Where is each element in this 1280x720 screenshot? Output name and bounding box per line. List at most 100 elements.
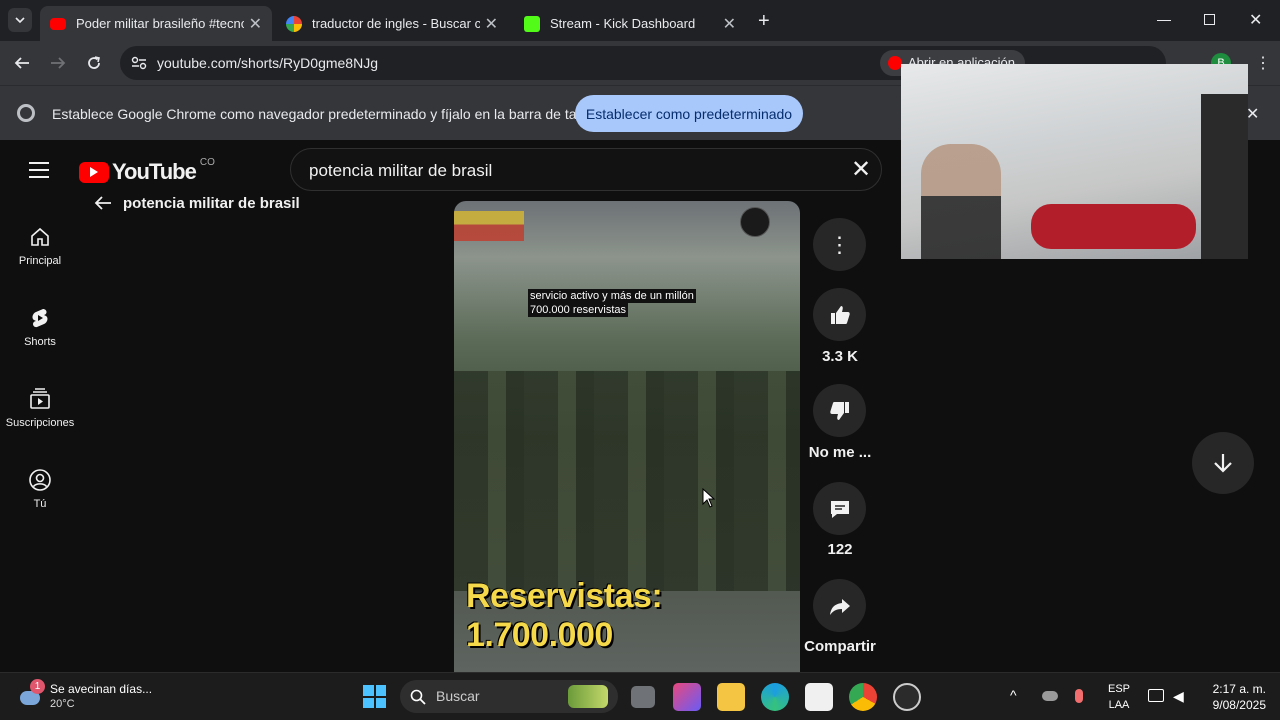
- weather-title: Se avecinan días...: [50, 682, 153, 696]
- mouse-cursor-icon: [702, 488, 716, 508]
- comments-button[interactable]: [813, 482, 866, 535]
- tab-youtube[interactable]: Poder militar brasileño #tecnolo ✕: [40, 6, 272, 41]
- microphone-icon[interactable]: [1075, 689, 1083, 703]
- video-overlay-text: Reservistas: 1.700.000: [466, 577, 663, 654]
- chrome-icon: [17, 104, 35, 122]
- tab-title: traductor de ingles - Buscar con: [312, 16, 480, 31]
- tab-title: Poder militar brasileño #tecnolo: [76, 16, 244, 31]
- back-arrow-icon[interactable]: [14, 55, 30, 71]
- google-favicon: [286, 15, 302, 32]
- tab-kick[interactable]: Stream - Kick Dashboard ✕: [514, 6, 746, 41]
- taskbar-search[interactable]: Buscar: [400, 680, 618, 713]
- edge-icon[interactable]: [761, 683, 789, 711]
- file-explorer-icon[interactable]: [717, 683, 745, 711]
- shorts-icon: [32, 309, 48, 328]
- window-close-button[interactable]: ✕: [1249, 10, 1262, 30]
- lang-bottom: LAA: [1108, 699, 1130, 711]
- search-input[interactable]: potencia militar de brasil: [309, 161, 492, 181]
- network-icon[interactable]: [1148, 689, 1164, 702]
- share-icon: [829, 598, 850, 615]
- start-button[interactable]: [363, 685, 386, 708]
- share-button[interactable]: [813, 579, 866, 632]
- weather-widget[interactable]: 1 Se avecinan días... 20°C: [14, 679, 184, 715]
- close-icon[interactable]: ✕: [723, 14, 736, 34]
- channel-watermark: [740, 207, 770, 237]
- sidebar-item-subscriptions[interactable]: Suscripciones: [0, 387, 80, 429]
- search-icon: [410, 689, 426, 705]
- store-icon[interactable]: [805, 683, 833, 711]
- chrome-menu-icon[interactable]: ⋮: [1255, 53, 1271, 73]
- sidebar-item-label: Tú: [33, 498, 47, 510]
- chevron-down-icon: [15, 17, 25, 24]
- more-options-button[interactable]: ⋮: [813, 218, 866, 271]
- set-default-button[interactable]: Establecer como predeterminado: [575, 95, 803, 132]
- next-video-button[interactable]: [1192, 432, 1254, 494]
- windows-taskbar: 1 Se avecinan días... 20°C Buscar ^ ESP …: [0, 672, 1280, 720]
- onedrive-icon[interactable]: [1042, 691, 1058, 701]
- new-tab-button[interactable]: +: [758, 10, 770, 33]
- clock[interactable]: 2:17 a. m. 9/08/2025: [1196, 681, 1266, 713]
- forward-arrow-icon[interactable]: [50, 55, 66, 71]
- close-icon[interactable]: ✕: [249, 14, 262, 34]
- comment-icon: [830, 500, 849, 518]
- clear-search-icon[interactable]: ✕: [851, 155, 871, 184]
- results-title: potencia militar de brasil: [123, 195, 300, 212]
- subscriptions-icon: [30, 388, 50, 409]
- webcam-doorway: [1201, 94, 1248, 259]
- share-label: Compartir: [804, 638, 876, 655]
- task-view-icon[interactable]: [631, 686, 655, 708]
- clock-time: 2:17 a. m.: [1212, 682, 1266, 696]
- obs-icon[interactable]: [893, 683, 921, 711]
- webcam-overlay: [901, 64, 1248, 259]
- infobar-message: Establece Google Chrome como navegador p…: [52, 106, 604, 122]
- sidebar-item-principal[interactable]: Principal: [0, 225, 80, 267]
- back-arrow-icon[interactable]: [94, 195, 112, 211]
- dislike-button[interactable]: [813, 384, 866, 437]
- webcam-motorcycle: [1031, 204, 1196, 249]
- webcam-person: [921, 144, 1001, 259]
- reload-icon[interactable]: [86, 55, 102, 71]
- lang-top: ESP: [1107, 683, 1130, 695]
- tab-title: Stream - Kick Dashboard: [550, 16, 696, 31]
- more-vert-icon: ⋮: [828, 231, 851, 257]
- minimize-button[interactable]: [1157, 20, 1171, 21]
- soldiers-scene: [454, 371, 800, 591]
- like-button[interactable]: [813, 288, 866, 341]
- notification-badge: 1: [30, 679, 45, 694]
- search-placeholder: Buscar: [436, 688, 480, 704]
- chrome-taskbar-icon[interactable]: [849, 683, 877, 711]
- you-icon: [29, 469, 51, 491]
- short-video-player[interactable]: servicio activo y más de un millón 700.0…: [454, 201, 800, 672]
- sidebar-item-shorts[interactable]: Shorts: [0, 306, 80, 348]
- youtube-favicon: [50, 17, 66, 30]
- site-settings-icon[interactable]: [131, 56, 147, 70]
- chevron-up-icon[interactable]: ^: [1010, 687, 1017, 703]
- caption-line: 700.000 reservistas: [528, 303, 628, 317]
- like-count: 3.3 K: [822, 348, 858, 365]
- youtube-wordmark: YouTube: [112, 159, 197, 184]
- sidebar-item-you[interactable]: Tú: [0, 468, 80, 510]
- language-indicator[interactable]: ESP LAA: [1104, 681, 1134, 713]
- close-icon[interactable]: ✕: [1246, 104, 1259, 124]
- tab-list-button[interactable]: [8, 8, 32, 32]
- url-text: youtube.com/shorts/RyD0gme8NJg: [157, 55, 378, 71]
- region-code: CO: [199, 156, 215, 168]
- youtube-play-icon: [79, 161, 109, 183]
- thumbs-up-icon: [830, 305, 850, 324]
- search-highlight-icon: [568, 685, 608, 708]
- tab-google-search[interactable]: traductor de ingles - Buscar con ✕: [276, 6, 508, 41]
- maximize-button[interactable]: [1204, 14, 1215, 25]
- close-icon[interactable]: ✕: [485, 14, 498, 34]
- dislike-label: No me ...: [808, 444, 872, 461]
- comment-count: 122: [827, 541, 853, 558]
- youtube-icon: [888, 56, 902, 70]
- thumbs-down-icon: [829, 401, 849, 420]
- volume-icon[interactable]: ◀: [1173, 688, 1184, 705]
- sidebar-item-label: Principal: [18, 255, 62, 267]
- search-box[interactable]: potencia militar de brasil ✕: [290, 148, 882, 191]
- video-caption: servicio activo y más de un millón 700.0…: [528, 289, 708, 317]
- video-flag-area: [454, 211, 524, 241]
- copilot-icon[interactable]: [673, 683, 701, 711]
- hamburger-menu-icon[interactable]: [29, 162, 49, 178]
- youtube-logo[interactable]: YouTube CO: [79, 156, 215, 185]
